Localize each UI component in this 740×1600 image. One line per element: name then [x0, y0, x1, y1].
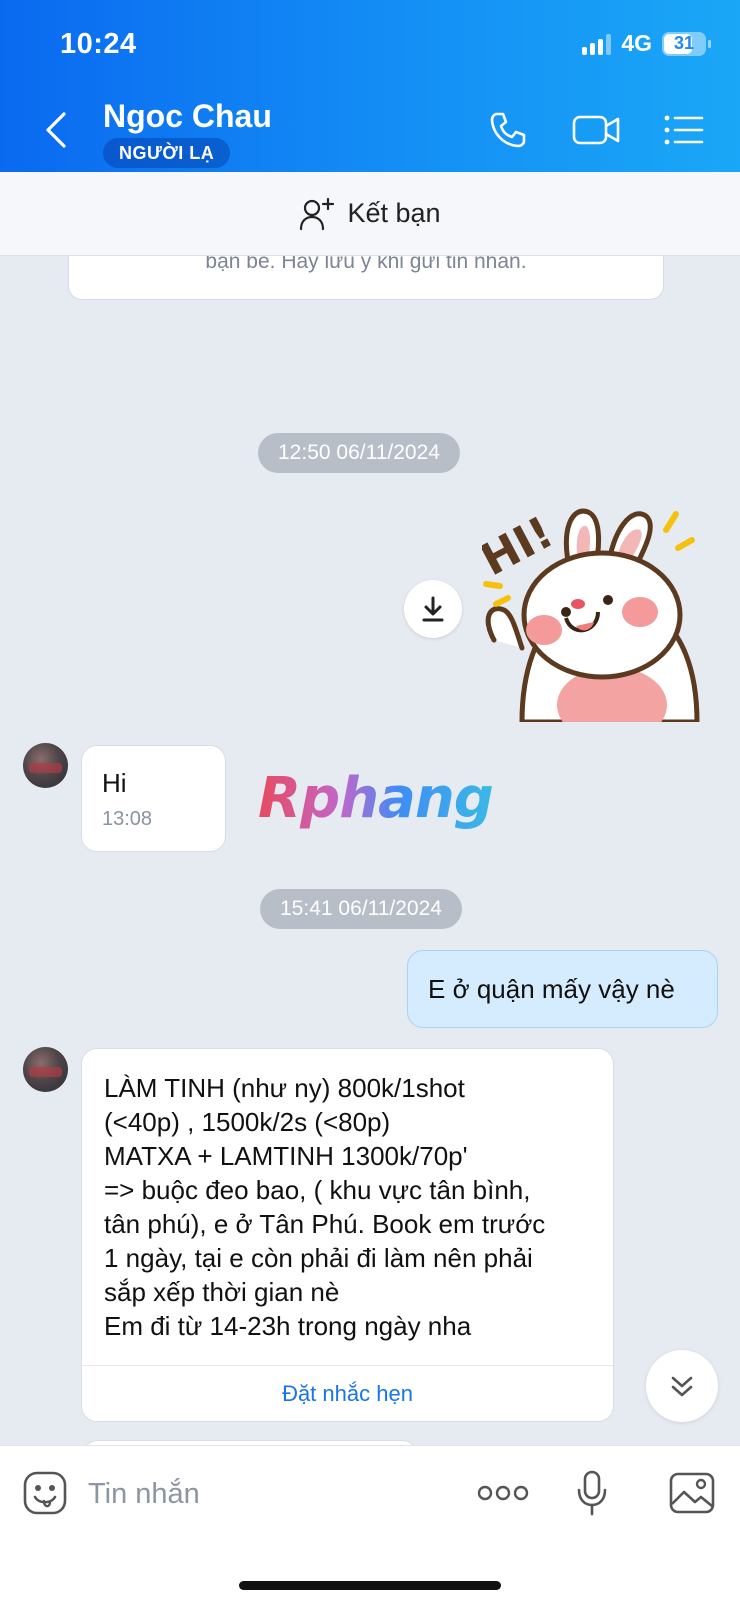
contact-name[interactable]: Ngoc Chau — [103, 98, 272, 135]
message-input[interactable] — [88, 1472, 448, 1516]
message-line: LÀM TINH (như ny) 800k/1shot — [104, 1073, 465, 1103]
more-icon — [477, 1485, 529, 1501]
back-icon — [46, 112, 66, 148]
incoming-message-bubble[interactable]: LÀM TINH (như ny) 800k/1shot (<40p) , 15… — [81, 1048, 614, 1422]
message-line: 1 ngày, tại e còn phải đi làm nên phải — [104, 1243, 533, 1273]
microphone-icon — [577, 1470, 607, 1516]
download-button[interactable] — [404, 580, 462, 638]
message-text: E ở quận mấy vậy nè — [428, 974, 675, 1004]
video-call-button[interactable] — [568, 106, 624, 154]
bunny-hi-sticker[interactable]: HI! — [473, 500, 722, 743]
message-line: => buộc đeo bao, ( khu vực tân bình, — [104, 1175, 531, 1205]
stranger-badge: NGƯỜI LẠ — [103, 138, 231, 168]
outgoing-message-bubble[interactable]: E ở quận mấy vậy nè — [407, 950, 718, 1028]
set-reminder-link[interactable]: Đặt nhắc hẹn — [82, 1365, 613, 1421]
back-button[interactable] — [36, 108, 76, 152]
timestamp-chip: 12:50 06/11/2024 — [258, 433, 460, 473]
chevron-double-down-icon — [671, 1376, 693, 1397]
video-icon — [572, 115, 620, 145]
menu-icon — [664, 115, 704, 145]
more-button[interactable] — [476, 1468, 530, 1518]
contact-avatar[interactable] — [23, 743, 68, 788]
emoji-icon — [23, 1471, 67, 1515]
status-indicators: 4G 31 — [582, 30, 711, 57]
battery-level: 31 — [673, 32, 695, 53]
message-line: tân phú), e ở Tân Phú. Book em trước — [104, 1209, 546, 1239]
battery-icon: 31 — [662, 31, 711, 56]
home-indicator[interactable] — [239, 1581, 501, 1590]
phone-icon — [490, 112, 526, 148]
chat-header: 10:24 4G 31 Ngoc Chau NGƯỜI LẠ — [0, 0, 740, 172]
message-text: Hi — [102, 768, 127, 798]
call-button[interactable] — [484, 106, 532, 154]
incoming-message-bubble[interactable]: Hi 13:08 — [81, 745, 226, 852]
image-icon — [669, 1472, 715, 1514]
timestamp-chip: 15:41 06/11/2024 — [260, 889, 462, 929]
add-user-icon — [300, 197, 335, 230]
signal-icon — [582, 33, 612, 55]
contact-avatar[interactable] — [23, 1047, 68, 1092]
add-friend-button[interactable]: Kết bạn — [0, 172, 740, 256]
message-time: 13:08 — [102, 808, 153, 830]
download-icon — [422, 596, 444, 622]
message-line: sắp xếp thời gian nè — [104, 1277, 340, 1307]
message-input-bar — [0, 1445, 740, 1600]
emoji-button[interactable] — [20, 1468, 70, 1518]
watermark-logo: Rphang — [258, 766, 494, 831]
options-button[interactable] — [660, 106, 708, 154]
status-time: 10:24 — [60, 28, 137, 60]
message-line: MATXA + LAMTINH 1300k/70p' — [104, 1141, 468, 1171]
scroll-to-bottom-button[interactable] — [646, 1350, 718, 1422]
network-type: 4G — [621, 30, 652, 56]
message-line: (<40p) , 1500k/2s (<80p) — [104, 1107, 391, 1137]
image-button[interactable] — [667, 1468, 717, 1518]
add-friend-label: Kết bạn — [347, 198, 441, 228]
message-line: Em đi từ 14-23h trong ngày nha — [104, 1311, 472, 1341]
voice-button[interactable] — [567, 1468, 617, 1518]
